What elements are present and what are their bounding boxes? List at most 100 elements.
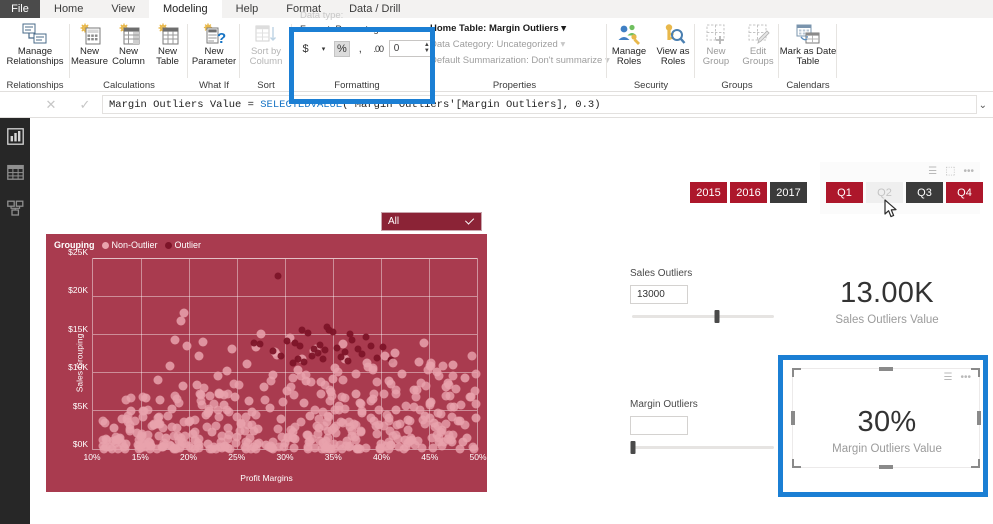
scatter-point[interactable]	[369, 389, 379, 399]
scatter-point[interactable]	[362, 333, 370, 341]
scatter-point[interactable]	[296, 417, 306, 427]
scatter-point[interactable]	[410, 440, 420, 450]
scatter-point[interactable]	[384, 376, 394, 386]
scatter-point[interactable]	[229, 379, 239, 389]
scatter-point[interactable]	[460, 373, 470, 383]
default-summarization-dropdown[interactable]: Default Summarization: Don't summarize ▾	[430, 55, 610, 66]
new-parameter-button[interactable]: ? New Parameter	[188, 22, 240, 67]
selection-handle-top[interactable]	[879, 367, 893, 371]
scatter-point[interactable]	[337, 392, 347, 402]
scatter-point[interactable]	[438, 361, 448, 371]
tab-help[interactable]: Help	[222, 0, 273, 18]
scatter-point[interactable]	[323, 323, 331, 331]
scatter-point[interactable]	[251, 410, 261, 420]
legend-item-non-outlier[interactable]: Non-Outlier	[101, 240, 158, 250]
selection-handle-tr[interactable]	[971, 368, 980, 377]
selection-handle-left[interactable]	[791, 411, 795, 425]
scatter-point[interactable]	[242, 359, 252, 369]
scatter-point[interactable]	[269, 347, 277, 355]
scatter-point[interactable]	[384, 437, 394, 447]
scatter-point[interactable]	[384, 416, 394, 426]
manage-relationships-button[interactable]: Manage Relationships	[0, 22, 70, 67]
scatter-point[interactable]	[373, 354, 381, 362]
selection-handle-tl[interactable]	[792, 368, 801, 377]
scatter-point[interactable]	[379, 389, 389, 399]
scatter-point[interactable]	[306, 377, 316, 387]
scatter-point[interactable]	[299, 398, 309, 408]
year-tile-2016[interactable]: 2016	[730, 182, 767, 203]
scatter-point[interactable]	[240, 442, 250, 452]
data-category-dropdown[interactable]: Data Category: Uncategorized ▾	[430, 39, 565, 50]
scatter-point[interactable]	[244, 396, 254, 406]
focus-mode-icon[interactable]: ⬚	[945, 166, 955, 177]
scatter-point[interactable]	[138, 392, 148, 402]
scatter-point[interactable]	[222, 366, 232, 376]
scatter-point[interactable]	[345, 441, 355, 451]
scatter-point[interactable]	[185, 416, 195, 426]
scatter-point[interactable]	[217, 431, 227, 441]
scatter-point[interactable]	[274, 272, 282, 280]
scatter-point[interactable]	[446, 402, 456, 412]
scatter-point[interactable]	[136, 432, 146, 442]
scatter-point[interactable]	[344, 357, 352, 365]
scatter-point[interactable]	[119, 442, 129, 452]
scatter-point[interactable]	[195, 389, 205, 399]
mark-as-date-table-button[interactable]: Mark as Date Table	[779, 22, 837, 67]
scatter-point[interactable]	[163, 411, 173, 421]
scatter-point[interactable]	[300, 358, 308, 366]
scatter-point[interactable]	[283, 337, 291, 345]
legend-item-outlier[interactable]: Outlier	[164, 240, 201, 250]
scatter-point[interactable]	[471, 413, 481, 423]
commit-checkmark-icon[interactable]: ✓	[80, 97, 91, 113]
quarter-slicer[interactable]: Q1 Q2 Q3 Q4	[826, 182, 983, 203]
scatter-point[interactable]	[223, 423, 233, 433]
scatter-point[interactable]	[259, 382, 269, 392]
scatter-point[interactable]	[302, 430, 312, 440]
filter-icon[interactable]: ☰	[944, 373, 953, 383]
quarter-slicer-container[interactable]: ☰ ⬚ ••• Q1 Q2 Q3 Q4	[820, 162, 983, 214]
scatter-point[interactable]	[304, 329, 312, 337]
percent-format-button[interactable]: %	[334, 40, 350, 57]
quarter-tile-q1[interactable]: Q1	[826, 182, 863, 203]
currency-format-button[interactable]: $	[298, 41, 313, 57]
scatter-point[interactable]	[468, 442, 478, 452]
scatter-point[interactable]	[167, 422, 177, 432]
scatter-point[interactable]	[436, 409, 446, 419]
quarter-tile-q4[interactable]: Q4	[946, 182, 983, 203]
scatter-point[interactable]	[273, 424, 282, 434]
scatter-point[interactable]	[323, 411, 333, 421]
scatter-point[interactable]	[391, 405, 401, 415]
scatter-point[interactable]	[296, 342, 304, 350]
formula-bar-expand-icon[interactable]: ⌄	[979, 100, 987, 111]
scatter-point[interactable]	[198, 337, 208, 347]
scatter-point[interactable]	[321, 346, 329, 354]
margin-outliers-input[interactable]	[630, 416, 688, 435]
selection-handle-right[interactable]	[977, 411, 981, 425]
scatter-point[interactable]	[401, 401, 411, 411]
scatter-point[interactable]	[368, 365, 378, 375]
scatter-point[interactable]	[340, 404, 350, 414]
scatter-point[interactable]	[411, 392, 421, 402]
scatter-point[interactable]	[288, 373, 298, 383]
scatter-point[interactable]	[432, 430, 442, 440]
scatter-point[interactable]	[277, 352, 285, 360]
scatter-point[interactable]	[172, 394, 182, 404]
scatter-point[interactable]	[338, 375, 348, 385]
scatter-point[interactable]	[227, 344, 237, 354]
scatter-point[interactable]	[182, 341, 192, 351]
manage-roles-button[interactable]: Manage Roles	[607, 22, 651, 67]
scatter-point[interactable]	[351, 420, 361, 430]
scatter-point[interactable]	[448, 371, 458, 381]
year-tile-2015[interactable]: 2015	[690, 182, 727, 203]
scatter-point[interactable]	[179, 308, 189, 318]
scatter-point[interactable]	[194, 351, 204, 361]
margin-outliers-card[interactable]: ☰ ••• 30% Margin Outliers Value	[791, 367, 981, 469]
selection-handle-br[interactable]	[971, 459, 980, 468]
year-slicer[interactable]: 2015 2016 2017	[690, 182, 807, 203]
filter-icon[interactable]: ☰	[928, 166, 937, 177]
scatter-point[interactable]	[367, 342, 375, 350]
scatter-point[interactable]	[351, 369, 361, 379]
scatter-point[interactable]	[266, 443, 275, 453]
scatter-point[interactable]	[358, 350, 366, 358]
tab-data-drill[interactable]: Data / Drill	[335, 0, 414, 18]
